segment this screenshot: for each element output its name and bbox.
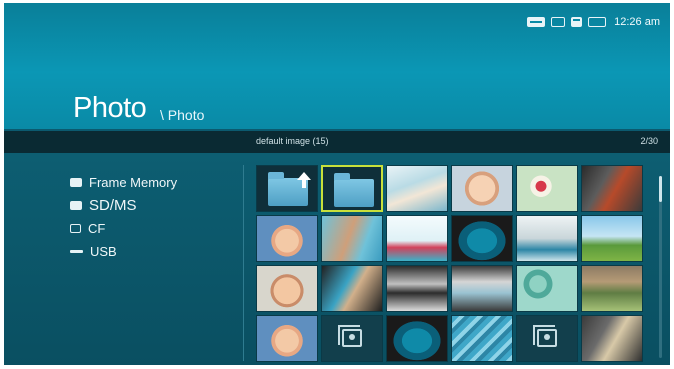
content-area: Frame Memory SD/MS CF USB — [4, 153, 670, 365]
source-item-frame-memory[interactable]: Frame Memory — [70, 171, 177, 194]
photo-thumbnail[interactable] — [451, 265, 513, 312]
source-label: SD/MS — [89, 197, 137, 214]
photo-thumbnail[interactable] — [451, 165, 513, 212]
photo-thumbnail[interactable] — [516, 165, 578, 212]
photo-placeholder-thumbnail[interactable] — [321, 315, 383, 362]
photo-thumbnail[interactable] — [581, 265, 643, 312]
cf-card-icon — [551, 17, 566, 27]
photo-thumbnail[interactable] — [256, 265, 318, 312]
page-title: Photo — [73, 92, 147, 124]
folder-thumbnail[interactable] — [321, 165, 383, 212]
photo-thumbnail[interactable] — [581, 165, 643, 212]
photo-thumbnail[interactable] — [386, 215, 448, 262]
header: 12:26 am Photo \ Photo — [4, 3, 670, 129]
sd-card-icon — [70, 201, 82, 210]
info-bar: default image (15) 2/30 — [4, 131, 670, 153]
usb-icon — [70, 250, 83, 253]
scrollbar[interactable] — [659, 176, 662, 358]
folder-icon — [334, 173, 374, 207]
photo-thumbnail[interactable] — [451, 215, 513, 262]
photo-browser-screen: 12:26 am Photo \ Photo default image (15… — [4, 3, 670, 365]
photo-thumbnail[interactable] — [581, 315, 643, 362]
photo-thumbnail[interactable] — [386, 315, 448, 362]
up-arrow-icon — [297, 172, 311, 188]
breadcrumb: \ Photo — [160, 107, 205, 123]
folder-up-thumbnail[interactable] — [256, 165, 318, 212]
thumbnail-grid — [256, 165, 643, 362]
photo-thumbnail[interactable] — [256, 215, 318, 262]
photo-thumbnail[interactable] — [386, 165, 448, 212]
photo-thumbnail[interactable] — [581, 215, 643, 262]
page-counter: 2/30 — [640, 136, 658, 146]
usb-icon — [527, 17, 546, 27]
status-bar: 12:26 am — [527, 15, 660, 29]
photo-placeholder-thumbnail[interactable] — [516, 315, 578, 362]
source-list: Frame Memory SD/MS CF USB — [70, 171, 177, 263]
source-item-cf[interactable]: CF — [70, 217, 177, 240]
source-item-sd-ms[interactable]: SD/MS — [70, 194, 177, 217]
divider — [243, 165, 244, 361]
picture-icon — [533, 325, 557, 347]
photo-thumbnail[interactable] — [256, 315, 318, 362]
photo-thumbnail[interactable] — [516, 265, 578, 312]
source-label: USB — [90, 244, 117, 259]
photo-thumbnail[interactable] — [516, 215, 578, 262]
sd-card-icon — [571, 17, 583, 27]
source-label: Frame Memory — [89, 175, 178, 190]
folder-caption: default image (15) — [256, 136, 329, 146]
clock: 12:26 am — [614, 16, 660, 28]
source-item-usb[interactable]: USB — [70, 240, 177, 263]
photo-thumbnail[interactable] — [386, 265, 448, 312]
source-label: CF — [88, 221, 106, 236]
scrollbar-thumb[interactable] — [659, 176, 662, 202]
frame-memory-icon — [70, 178, 82, 187]
photo-thumbnail[interactable] — [451, 315, 513, 362]
cf-card-icon — [70, 224, 81, 233]
photo-thumbnail[interactable] — [321, 265, 383, 312]
picture-icon — [338, 325, 362, 347]
photo-thumbnail[interactable] — [321, 215, 383, 262]
frame-memory-icon — [588, 17, 607, 27]
